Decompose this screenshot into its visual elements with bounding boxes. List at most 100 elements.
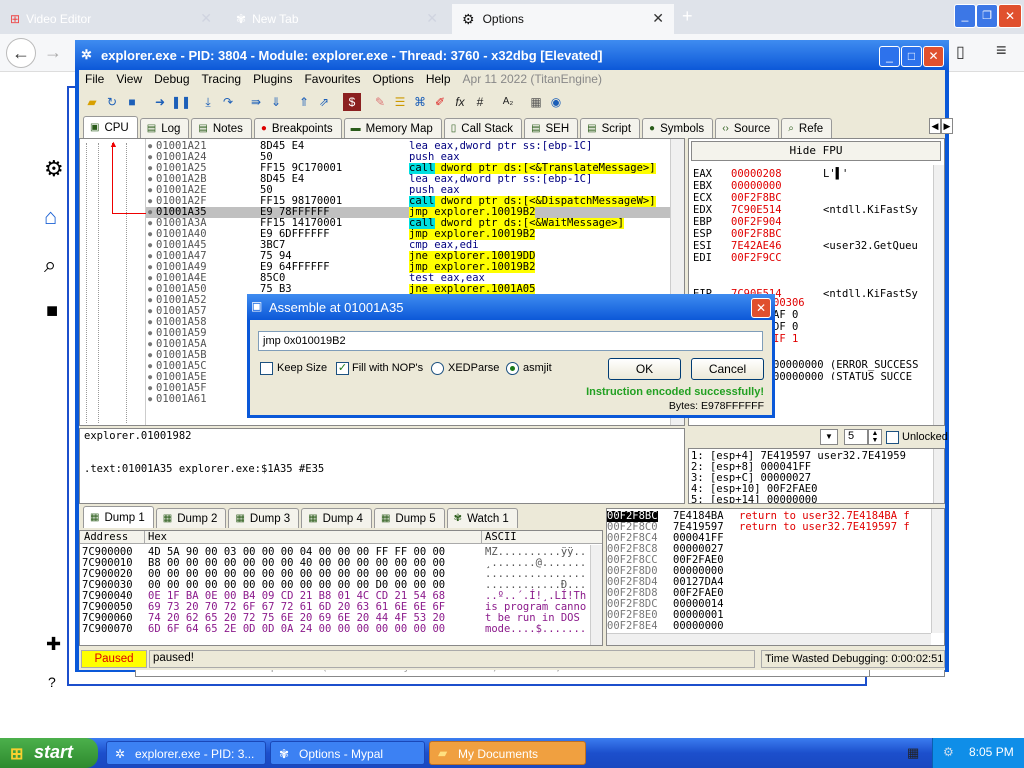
menu-tracing[interactable]: Tracing [196, 72, 248, 86]
calculator-icon[interactable]: ▦ [527, 93, 545, 111]
assemble-input[interactable]: jmp 0x010019B2 [258, 331, 763, 351]
gear-icon[interactable]: ⚙ [44, 156, 64, 182]
browser-tab-options[interactable]: ⚙ Options ✕ [452, 4, 674, 34]
menu-help[interactable]: Help [420, 72, 457, 86]
forward-button[interactable]: → [44, 42, 62, 63]
tab-scroll-right[interactable]: ▶ [941, 118, 953, 134]
stack-pane[interactable]: 00F2F8BC 7E4184BA return to user32.7E4184B… [606, 508, 945, 646]
menu-options[interactable]: Options [366, 72, 419, 86]
back-button[interactable]: ← [6, 38, 36, 68]
step-over-icon[interactable]: ↷ [219, 93, 237, 111]
minimize-button[interactable]: _ [954, 4, 976, 28]
step-into-icon[interactable]: ⤓ [199, 93, 217, 111]
tab-dump-2[interactable]: ▦ Dump 2 [155, 508, 227, 528]
arg-count-spinner[interactable]: ▲ ▼ [868, 429, 882, 445]
arg-count-input[interactable]: 5 [844, 429, 868, 445]
lock-icon[interactable]: ■ [46, 300, 58, 323]
execute-till-return-icon[interactable]: ⇑ [295, 93, 313, 111]
tab-source[interactable]: ‹› Source [715, 118, 780, 138]
tab-log[interactable]: ▤ Log [139, 118, 190, 138]
dump-scrollbar[interactable] [590, 545, 602, 645]
hide-fpu-button[interactable]: Hide FPU [691, 141, 941, 161]
browser-tab-new-tab[interactable]: ✾ New Tab ✕ [226, 4, 448, 34]
jump-line [86, 143, 87, 423]
functions-icon[interactable]: fx [451, 93, 469, 111]
menu-icon[interactable]: ≡ [996, 40, 1007, 61]
stack-hscrollbar[interactable] [607, 633, 931, 645]
labels-icon[interactable]: ⌘ [411, 93, 429, 111]
tab-memory-map[interactable]: ▬ Memory Map [343, 118, 442, 138]
tab-dump-5[interactable]: ▦ Dump 5 [373, 508, 445, 528]
fill-nops-checkbox[interactable]: ✓ [336, 362, 349, 375]
registers-scrollbar[interactable] [933, 165, 944, 425]
tab-references[interactable]: ⌕ Refe [781, 118, 833, 138]
tab-dump-3[interactable]: ▦ Dump 3 [228, 508, 300, 528]
asmjit-radio[interactable] [506, 362, 519, 375]
search-icon[interactable]: ⌕ [44, 252, 56, 278]
tab-notes[interactable]: ▤ Notes [191, 118, 252, 138]
stop-icon[interactable]: ■ [123, 93, 141, 111]
tab-script[interactable]: ▤ Script [580, 118, 641, 138]
tab-call-stack[interactable]: ▯ Call Stack [443, 118, 523, 138]
start-button[interactable]: ⊞ start [0, 738, 98, 768]
dump-pane[interactable]: Address Hex ASCII 7C900000 4D 5A 90 00 03… [79, 530, 603, 646]
close-tab-icon[interactable]: ✕ [652, 10, 664, 27]
trace-over-icon[interactable]: ⇓ [267, 93, 285, 111]
tab-seh[interactable]: ▤ SEH [524, 118, 579, 138]
task-mypal[interactable]: ✾ Options - Mypal [270, 741, 425, 765]
globe-icon[interactable]: ◉ [547, 93, 565, 111]
dropdown-icon[interactable]: ▼ [820, 429, 838, 445]
tab-symbols[interactable]: ● Symbols [642, 118, 714, 138]
close-tab-icon[interactable]: ✕ [426, 10, 438, 27]
menu-debug[interactable]: Debug [148, 72, 195, 86]
new-tab-button[interactable]: + [682, 6, 693, 27]
menu-favourites[interactable]: Favourites [298, 72, 366, 86]
stack-scrollbar[interactable] [931, 509, 944, 633]
run-icon[interactable]: ➜ [151, 93, 169, 111]
cancel-button[interactable]: Cancel [691, 358, 764, 380]
network-icon[interactable]: ⚙ [943, 745, 954, 759]
patch-icon[interactable]: ✎ [371, 93, 389, 111]
table-row[interactable]: 00F2F8E4 00000000 [607, 621, 937, 632]
hash-icon[interactable]: # [471, 93, 489, 111]
pause-icon[interactable]: ❚❚ [171, 93, 191, 111]
close-tab-icon[interactable]: ✕ [200, 10, 212, 27]
run-to-user-icon[interactable]: ⇗ [315, 93, 333, 111]
maximize-button[interactable]: □ [901, 46, 922, 67]
tab-dump-1[interactable]: ▦ Dump 1 [83, 506, 154, 528]
trace-into-icon[interactable]: ⇛ [247, 93, 265, 111]
tab-breakpoints[interactable]: ● Breakpoints [253, 118, 342, 138]
close-window-button[interactable]: ✕ [998, 4, 1022, 28]
task-my-documents[interactable]: ▰ My Documents [429, 741, 586, 765]
call-args-scrollbar[interactable] [933, 449, 944, 503]
minimize-button[interactable]: _ [879, 46, 900, 67]
restart-icon[interactable]: ↻ [103, 93, 121, 111]
close-icon[interactable]: ✕ [751, 298, 771, 318]
keyboard-icon[interactable]: ▦ [907, 745, 919, 761]
close-window-button[interactable]: ✕ [923, 46, 944, 67]
browser-tab-video-editor[interactable]: ⊞ Video Editor ✕ [0, 4, 222, 34]
menu-file[interactable]: File [79, 72, 110, 86]
open-icon[interactable]: ▰ [83, 93, 101, 111]
puzzle-icon[interactable]: ✚ [46, 634, 61, 655]
scylla-icon[interactable]: $ [343, 93, 361, 111]
table-row[interactable]: 7C900070 6D 6F 64 65 2E 0D 0D 0A 24 00 00… [82, 624, 602, 635]
tab-watch-1[interactable]: ✾ Watch 1 [446, 508, 518, 528]
keep-size-checkbox[interactable] [260, 362, 273, 375]
menu-plugins[interactable]: Plugins [247, 72, 298, 86]
task-x32dbg[interactable]: ✲ explorer.exe - PID: 3... [106, 741, 266, 765]
unlocked-checkbox[interactable] [886, 431, 899, 444]
tab-cpu[interactable]: ▣ CPU [83, 116, 138, 138]
tab-scroll-left[interactable]: ◀ [929, 118, 941, 134]
font-icon[interactable]: A₂ [499, 93, 517, 111]
menu-view[interactable]: View [110, 72, 148, 86]
bookmarks-icon[interactable]: ✐ [431, 93, 449, 111]
comments-icon[interactable]: ☰ [391, 93, 409, 111]
sidebar-icon[interactable]: ▯ [956, 42, 965, 62]
help-icon[interactable]: ? [48, 674, 56, 690]
xedparse-radio[interactable] [431, 362, 444, 375]
restore-button[interactable]: ❐ [976, 4, 998, 28]
ok-button[interactable]: OK [608, 358, 681, 380]
tab-dump-4[interactable]: ▦ Dump 4 [301, 508, 372, 528]
home-icon[interactable]: ⌂ [44, 204, 57, 230]
